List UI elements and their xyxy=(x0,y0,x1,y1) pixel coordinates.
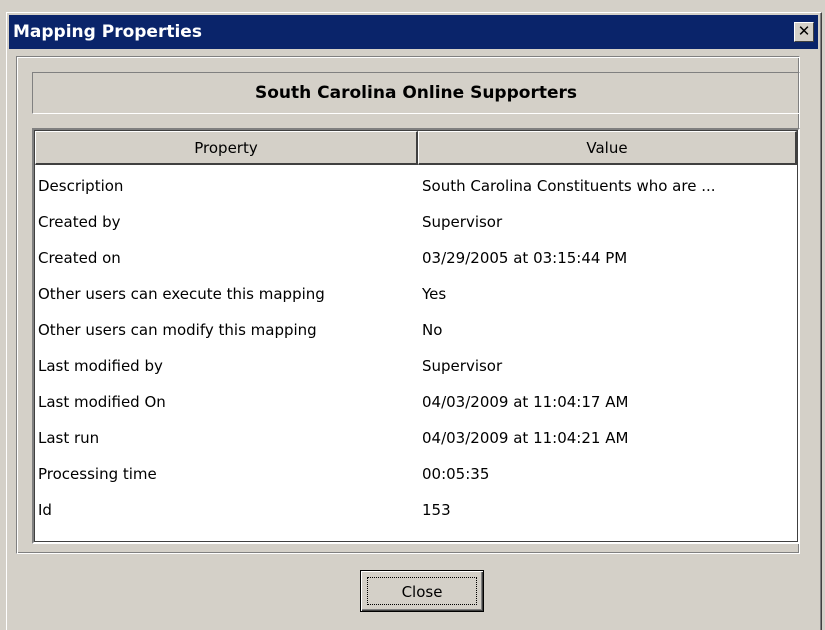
mapping-name-header: South Carolina Online Supporters xyxy=(32,72,800,114)
cell-value: No xyxy=(422,321,443,339)
title-bar[interactable]: Mapping Properties ✕ xyxy=(9,15,818,49)
cell-property: Processing time xyxy=(38,465,157,483)
cell-property: Last modified by xyxy=(38,357,163,375)
table-row[interactable]: Id 153 xyxy=(38,492,796,528)
cell-property: Created by xyxy=(38,213,121,231)
table-row[interactable]: Description South Carolina Constituents w… xyxy=(38,168,796,204)
grid-column-headers: Property Value xyxy=(35,131,797,165)
cell-value: 00:05:35 xyxy=(422,465,490,483)
cell-value: Yes xyxy=(422,285,447,303)
cell-value: 153 xyxy=(422,501,451,519)
column-header-property[interactable]: Property xyxy=(35,131,418,165)
table-row[interactable]: Last modified On 04/03/2009 at 11:04:17 A… xyxy=(38,384,796,420)
close-button-label: Close xyxy=(367,577,477,605)
table-row[interactable]: Other users can modify this mapping No xyxy=(38,312,796,348)
cell-value: 03/29/2005 at 03:15:44 PM xyxy=(422,249,628,267)
table-row[interactable]: Created on 03/29/2005 at 03:15:44 PM xyxy=(38,240,796,276)
window-title: Mapping Properties xyxy=(13,22,202,42)
grid-rows: Description South Carolina Constituents w… xyxy=(38,168,796,528)
cell-property: Created on xyxy=(38,249,121,267)
properties-grid[interactable]: Property Value Description South Carolina… xyxy=(32,128,800,544)
cell-property: Other users can modify this mapping xyxy=(38,321,317,339)
cell-property: Other users can execute this mapping xyxy=(38,285,325,303)
close-button[interactable]: Close xyxy=(360,570,484,612)
cell-value: South Carolina Constituents who are ... xyxy=(422,177,716,195)
table-row[interactable]: Last modified by Supervisor xyxy=(38,348,796,384)
close-icon[interactable]: ✕ xyxy=(794,22,814,42)
cell-value: Supervisor xyxy=(422,357,503,375)
column-header-value[interactable]: Value xyxy=(418,131,797,165)
cell-value: Supervisor xyxy=(422,213,503,231)
cell-property: Last run xyxy=(38,429,100,447)
cell-value: 04/03/2009 at 11:04:17 AM xyxy=(422,393,629,411)
table-row[interactable]: Last run 04/03/2009 at 11:04:21 AM xyxy=(38,420,796,456)
table-row[interactable]: Processing time 00:05:35 xyxy=(38,456,796,492)
cell-value: 04/03/2009 at 11:04:21 AM xyxy=(422,429,629,447)
cell-property: Last modified On xyxy=(38,393,166,411)
cell-property: Id xyxy=(38,501,52,519)
table-row[interactable]: Other users can execute this mapping Yes xyxy=(38,276,796,312)
cell-property: Description xyxy=(38,177,124,195)
table-row[interactable]: Created by Supervisor xyxy=(38,204,796,240)
